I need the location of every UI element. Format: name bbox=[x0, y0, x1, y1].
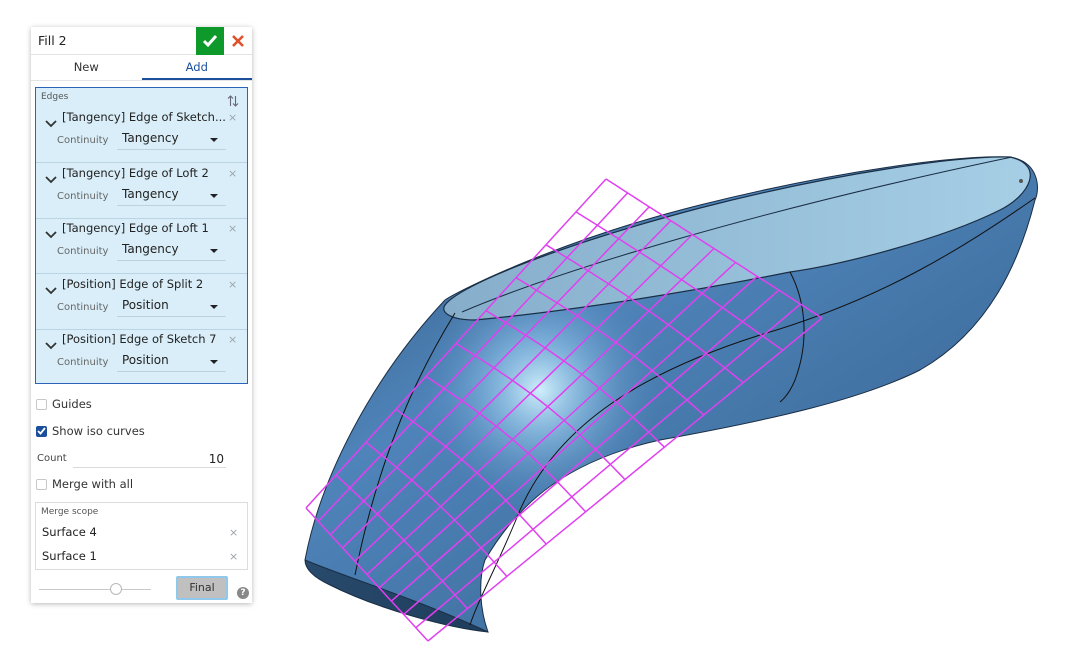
continuity-dropdown[interactable]: Position bbox=[117, 353, 226, 372]
continuity-label: Continuity bbox=[57, 135, 109, 146]
help-icon[interactable]: ? bbox=[237, 587, 249, 599]
vertex-point[interactable] bbox=[1019, 179, 1023, 183]
edge-list-item[interactable]: [Tangency] Edge of Loft 2 × Continuity Tang… bbox=[36, 163, 247, 219]
continuity-value: Tangency bbox=[122, 242, 179, 256]
merge-scope-item[interactable]: Surface 1 bbox=[42, 549, 97, 563]
continuity-value: Tangency bbox=[122, 131, 179, 145]
continuity-value: Tangency bbox=[122, 186, 179, 201]
remove-edge-icon[interactable]: × bbox=[228, 333, 237, 346]
remove-scope-item-icon[interactable]: × bbox=[229, 550, 238, 563]
edge-name: [Position] Edge of Sketch 7 bbox=[62, 332, 217, 346]
remove-edge-icon[interactable]: × bbox=[228, 278, 237, 291]
tab-new[interactable]: New bbox=[31, 55, 142, 80]
edges-selection-list[interactable]: Edges [Tangency] Edge of Sketch... × Conti… bbox=[35, 87, 248, 384]
edge-list-item[interactable]: [Tangency] Edge of Loft 1 × Continuity Tang… bbox=[36, 218, 247, 274]
continuity-value: Position bbox=[122, 353, 169, 367]
show-iso-curves-checkbox[interactable]: Show iso curves bbox=[36, 423, 145, 439]
merge-scope-list[interactable]: Merge scope Surface 4 × Surface 1 × bbox=[35, 502, 248, 570]
remove-edge-icon[interactable]: × bbox=[228, 111, 237, 124]
accept-button[interactable] bbox=[196, 27, 224, 55]
dropdown-caret-icon bbox=[210, 138, 218, 142]
show-iso-curves-label: Show iso curves bbox=[52, 424, 145, 438]
close-icon bbox=[232, 35, 244, 47]
chevron-down-icon[interactable] bbox=[45, 113, 57, 132]
edge-list-item[interactable]: [Position] Edge of Sketch 7 × Continuity Po… bbox=[36, 329, 247, 385]
operation-tabs: New Add bbox=[31, 55, 252, 81]
chevron-down-icon[interactable] bbox=[45, 169, 57, 188]
show-iso-curves-checkbox-box[interactable] bbox=[36, 425, 47, 437]
checkmark-icon bbox=[37, 427, 46, 435]
edge-list-item[interactable]: [Position] Edge of Split 2 × Continuity Pos… bbox=[36, 274, 247, 330]
dropdown-caret-icon bbox=[210, 249, 218, 253]
guides-checkbox[interactable]: Guides bbox=[36, 396, 92, 412]
merge-with-all-checkbox[interactable]: Merge with all bbox=[36, 476, 133, 492]
dropdown-caret-icon bbox=[210, 193, 218, 198]
continuity-label: Continuity bbox=[57, 357, 109, 368]
continuity-label: Continuity bbox=[57, 301, 109, 313]
continuity-dropdown[interactable]: Tangency bbox=[117, 187, 226, 206]
continuity-dropdown[interactable]: Tangency bbox=[117, 131, 226, 150]
dropdown-caret-icon bbox=[210, 360, 218, 364]
checkmark-icon bbox=[202, 35, 218, 48]
rollback-slider-track[interactable] bbox=[39, 589, 151, 590]
edge-name: [Tangency] Edge of Sketch... bbox=[62, 110, 226, 124]
cancel-button[interactable] bbox=[228, 27, 248, 55]
continuity-dropdown[interactable]: Position bbox=[117, 298, 226, 317]
continuity-dropdown[interactable]: Tangency bbox=[117, 242, 226, 261]
edge-name: [Position] Edge of Split 2 bbox=[62, 276, 204, 291]
dialog-header: Fill 2 bbox=[31, 27, 252, 55]
dialog-title: Fill 2 bbox=[38, 33, 67, 48]
dropdown-caret-icon bbox=[210, 304, 218, 309]
remove-edge-icon[interactable]: × bbox=[228, 222, 237, 235]
guides-label: Guides bbox=[52, 397, 92, 411]
edges-label: Edges bbox=[41, 92, 69, 102]
chevron-down-icon[interactable] bbox=[45, 335, 57, 354]
merge-scope-label: Merge scope bbox=[41, 507, 99, 517]
guides-checkbox-box[interactable] bbox=[36, 398, 47, 410]
count-label: Count bbox=[37, 453, 67, 464]
fill-feature-dialog: Fill 2 New Add Edges [Tangency] Edge of … bbox=[31, 27, 252, 603]
edge-name: [Tangency] Edge of Loft 2 bbox=[62, 165, 209, 180]
final-button[interactable]: Final bbox=[176, 576, 228, 600]
chevron-down-icon[interactable] bbox=[45, 224, 57, 243]
continuity-value: Position bbox=[122, 297, 169, 312]
edge-name: [Tangency] Edge of Loft 1 bbox=[62, 221, 209, 235]
rollback-slider-handle[interactable] bbox=[110, 583, 122, 595]
count-value: 10 bbox=[208, 452, 224, 466]
chevron-down-icon[interactable] bbox=[45, 280, 57, 299]
merge-with-all-label: Merge with all bbox=[52, 477, 134, 491]
continuity-label: Continuity bbox=[57, 190, 109, 202]
merge-scope-item[interactable]: Surface 4 bbox=[42, 525, 97, 539]
continuity-label: Continuity bbox=[57, 246, 109, 257]
count-input[interactable]: 10 bbox=[73, 449, 226, 468]
edge-list-item[interactable]: [Tangency] Edge of Sketch... × Continuity T… bbox=[36, 107, 247, 163]
tab-add[interactable]: Add bbox=[141, 55, 252, 80]
remove-edge-icon[interactable]: × bbox=[228, 167, 237, 180]
remove-scope-item-icon[interactable]: × bbox=[229, 526, 238, 539]
merge-with-all-checkbox-box[interactable] bbox=[36, 478, 47, 490]
